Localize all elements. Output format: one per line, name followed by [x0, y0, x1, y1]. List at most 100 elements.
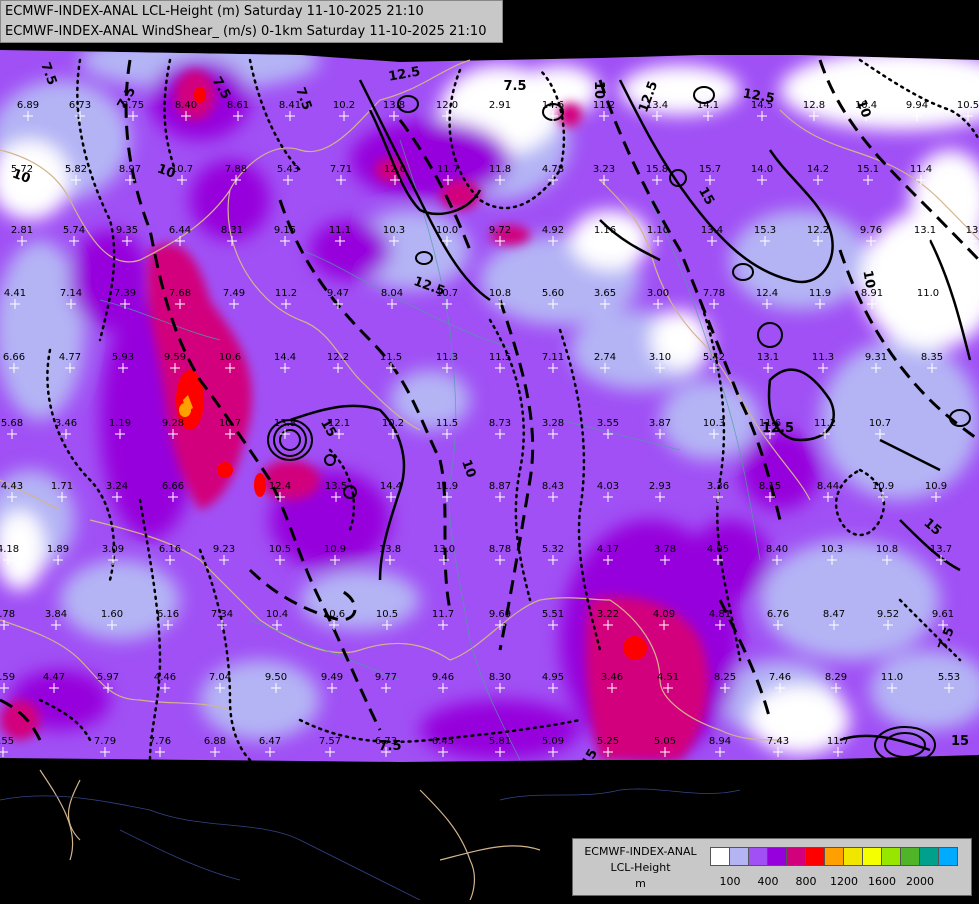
- station-value-label: 3.22: [597, 609, 619, 620]
- station-value-label: 10.9: [872, 481, 894, 492]
- station-value-label: 1.19: [109, 418, 131, 429]
- legend-swatch: [938, 847, 958, 866]
- station-value-label: 8.40: [766, 544, 788, 555]
- station-value-label: 14.4: [380, 481, 402, 492]
- station-value-label: 7.88: [225, 164, 247, 175]
- station-value-label: 3.00: [647, 288, 669, 299]
- station-value-label: 1.10: [647, 225, 669, 236]
- station-value-label: 6.44: [169, 225, 191, 236]
- station-value-label: 5.81: [489, 736, 511, 747]
- station-value-label: 4.47: [43, 672, 65, 683]
- station-value-label: 10.4: [266, 609, 288, 620]
- station-value-label: 9.35: [116, 225, 138, 236]
- station-value-label: 9.77: [375, 672, 397, 683]
- station-value-label: 11.3: [436, 352, 458, 363]
- station-value-label: 2.93: [649, 481, 671, 492]
- station-value-label: 10.9: [925, 481, 947, 492]
- station-value-label: 8.87: [489, 481, 511, 492]
- station-value-label: 10.7: [219, 418, 241, 429]
- station-value-label: 8.40: [175, 100, 197, 111]
- station-value-label: 6.76: [767, 609, 789, 620]
- station-value-label: 5.43: [277, 164, 299, 175]
- station-value-label: 5.32: [542, 544, 564, 555]
- contour-label: 12.5: [762, 421, 794, 436]
- station-value-label: 8.61: [227, 100, 249, 111]
- station-value-label: 7.71: [330, 164, 352, 175]
- legend-title: ECMWF-INDEX-ANAL: [584, 845, 697, 858]
- station-value-label: 11.0: [881, 672, 903, 683]
- map-header: ECMWF-INDEX-ANAL LCL-Height (m) Saturday…: [0, 0, 503, 43]
- legend-tick-label: 2000: [906, 875, 934, 888]
- station-value-label: 10.6: [219, 352, 241, 363]
- legend-subtitle: LCL-Height: [610, 861, 671, 874]
- station-value-label: 6.66: [162, 481, 184, 492]
- station-value-label: 8.44: [817, 481, 839, 492]
- station-value-label: 13.7: [930, 544, 952, 555]
- legend-tick-label: 100: [719, 875, 741, 888]
- station-value-label: 4.41: [4, 288, 26, 299]
- station-value-label: 11.2: [593, 100, 615, 111]
- station-value-label: 3.46: [55, 418, 77, 429]
- legend-swatch: [786, 847, 806, 866]
- station-value-label: 11.7: [437, 164, 459, 175]
- station-value-label: 4.78: [542, 164, 564, 175]
- legend-tick-label: 1600: [868, 875, 896, 888]
- station-value-label: 6.66: [3, 352, 25, 363]
- station-value-label: 9.76: [860, 225, 882, 236]
- station-value-label: 10.3: [383, 225, 405, 236]
- station-value-label: 10.3: [821, 544, 843, 555]
- legend-swatch: [824, 847, 844, 866]
- station-value-label: 7.46: [769, 672, 791, 683]
- station-value-label: 11.5: [489, 352, 511, 363]
- station-value-label: 13.0: [433, 544, 455, 555]
- station-value-label: 10.9: [324, 544, 346, 555]
- station-value-label: 11.2: [275, 288, 297, 299]
- station-value-label: 4.95: [542, 672, 564, 683]
- station-value-label: 5.59: [0, 672, 15, 683]
- station-value-label: 4.43: [1, 481, 23, 492]
- station-value-label: 4.05: [707, 544, 729, 555]
- station-value-label: 7.04: [209, 672, 231, 683]
- station-value-label: 3.36: [707, 481, 729, 492]
- station-value-label: 13.5: [325, 481, 347, 492]
- station-value-label: 11.0: [917, 288, 939, 299]
- station-value-label: 9.52: [877, 609, 899, 620]
- station-value-label: 9.15: [274, 225, 296, 236]
- legend-swatch: [748, 847, 768, 866]
- station-value-label: 9.46: [432, 672, 454, 683]
- station-value-label: 5.05: [654, 736, 676, 747]
- station-value-label: 6.88: [204, 736, 226, 747]
- station-value-label: 14.6: [542, 100, 564, 111]
- legend-swatch: [919, 847, 939, 866]
- station-value-label: 10.5: [376, 609, 398, 620]
- station-value-label: 5.97: [97, 672, 119, 683]
- station-value-label: 9.49: [321, 672, 343, 683]
- station-value-label: 13.1: [757, 352, 779, 363]
- station-value-label: 5.09: [542, 736, 564, 747]
- station-value-label: 5.93: [112, 352, 134, 363]
- station-value-label: 7.11: [542, 352, 564, 363]
- legend-swatch: [900, 847, 920, 866]
- station-value-label: 8.78: [489, 544, 511, 555]
- station-value-label: 8.47: [823, 609, 845, 620]
- station-value-label: 5.42: [703, 352, 725, 363]
- station-value-label: 3.23: [593, 164, 615, 175]
- station-value-label: 3.78: [0, 609, 15, 620]
- station-value-label: 6.16: [157, 609, 179, 620]
- header-line-1: ECMWF-INDEX-ANAL LCL-Height (m) Saturday…: [5, 4, 424, 19]
- station-value-label: 13.4: [701, 225, 723, 236]
- station-value-label: 14.0: [751, 164, 773, 175]
- color-legend: ECMWF-INDEX-ANAL LCL-Height m 100 400 800 1…: [572, 838, 972, 896]
- station-value-label: 13.8: [379, 544, 401, 555]
- station-value-label: 9.72: [489, 225, 511, 236]
- station-value-label: 8.91: [861, 288, 883, 299]
- station-value-label: 7.79: [94, 736, 116, 747]
- contour-label: 15: [951, 734, 969, 749]
- station-value-label: 7.49: [223, 288, 245, 299]
- station-value-label: 15.7: [699, 164, 721, 175]
- station-value-label: 7.57: [319, 736, 341, 747]
- station-value-label: 7.39: [114, 288, 136, 299]
- contour-label: 10: [591, 81, 606, 99]
- station-value-label: 8.35: [921, 352, 943, 363]
- station-value-label: 3.87: [649, 418, 671, 429]
